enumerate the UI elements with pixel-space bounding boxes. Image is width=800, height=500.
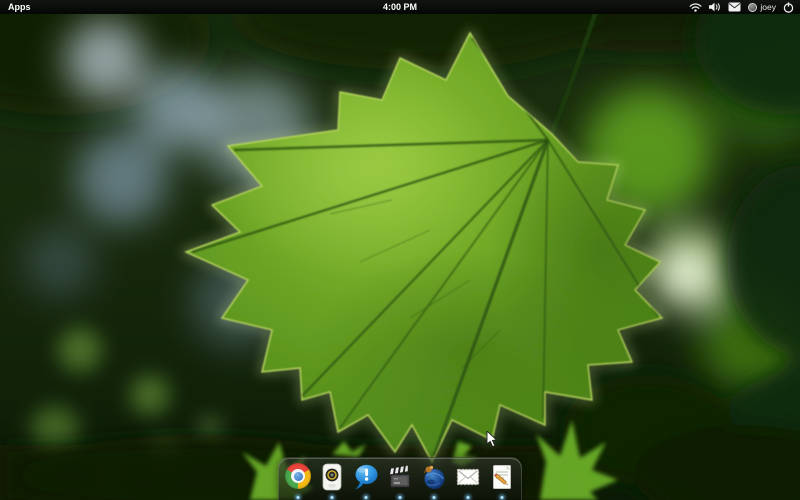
power-icon[interactable] bbox=[783, 1, 794, 13]
clock[interactable]: 4:00 PM bbox=[383, 0, 417, 14]
user-menu[interactable]: joey bbox=[748, 2, 776, 12]
text-editor-icon bbox=[493, 465, 511, 489]
dock-item-globe[interactable] bbox=[419, 463, 449, 499]
running-indicator bbox=[364, 496, 368, 499]
user-name: joey bbox=[760, 2, 776, 12]
video-clapperboard-icon bbox=[389, 465, 410, 488]
running-indicator bbox=[398, 496, 402, 499]
dock-item-mail[interactable] bbox=[453, 463, 483, 499]
running-indicator bbox=[466, 496, 470, 499]
system-tray: joey bbox=[689, 0, 800, 14]
wallpaper-maple-leaf bbox=[0, 0, 800, 500]
running-indicator bbox=[296, 496, 300, 499]
running-indicator bbox=[432, 496, 436, 499]
running-indicator bbox=[330, 496, 334, 499]
dock-item-chat[interactable] bbox=[351, 463, 381, 499]
user-avatar bbox=[748, 2, 758, 12]
chromium-browser-icon bbox=[285, 463, 311, 489]
wifi-icon[interactable] bbox=[689, 2, 702, 12]
dock-item-chromium[interactable] bbox=[283, 463, 313, 499]
volume-icon[interactable] bbox=[709, 2, 721, 12]
top-panel: Apps 4:00 PM joey bbox=[0, 0, 800, 14]
dock-item-video[interactable] bbox=[385, 463, 415, 499]
running-indicator bbox=[500, 496, 504, 499]
dock-item-music[interactable] bbox=[317, 463, 347, 499]
chat-balloon-icon bbox=[355, 464, 378, 490]
dock bbox=[278, 457, 522, 500]
mail-envelope-icon bbox=[456, 468, 480, 486]
mail-indicator-icon[interactable] bbox=[728, 2, 741, 12]
desktop: Apps 4:00 PM joey bbox=[0, 0, 800, 500]
apps-menu-button[interactable]: Apps bbox=[0, 2, 31, 12]
dock-item-editor[interactable] bbox=[487, 463, 517, 499]
music-player-icon bbox=[322, 463, 342, 491]
globe-app-icon bbox=[423, 465, 445, 489]
